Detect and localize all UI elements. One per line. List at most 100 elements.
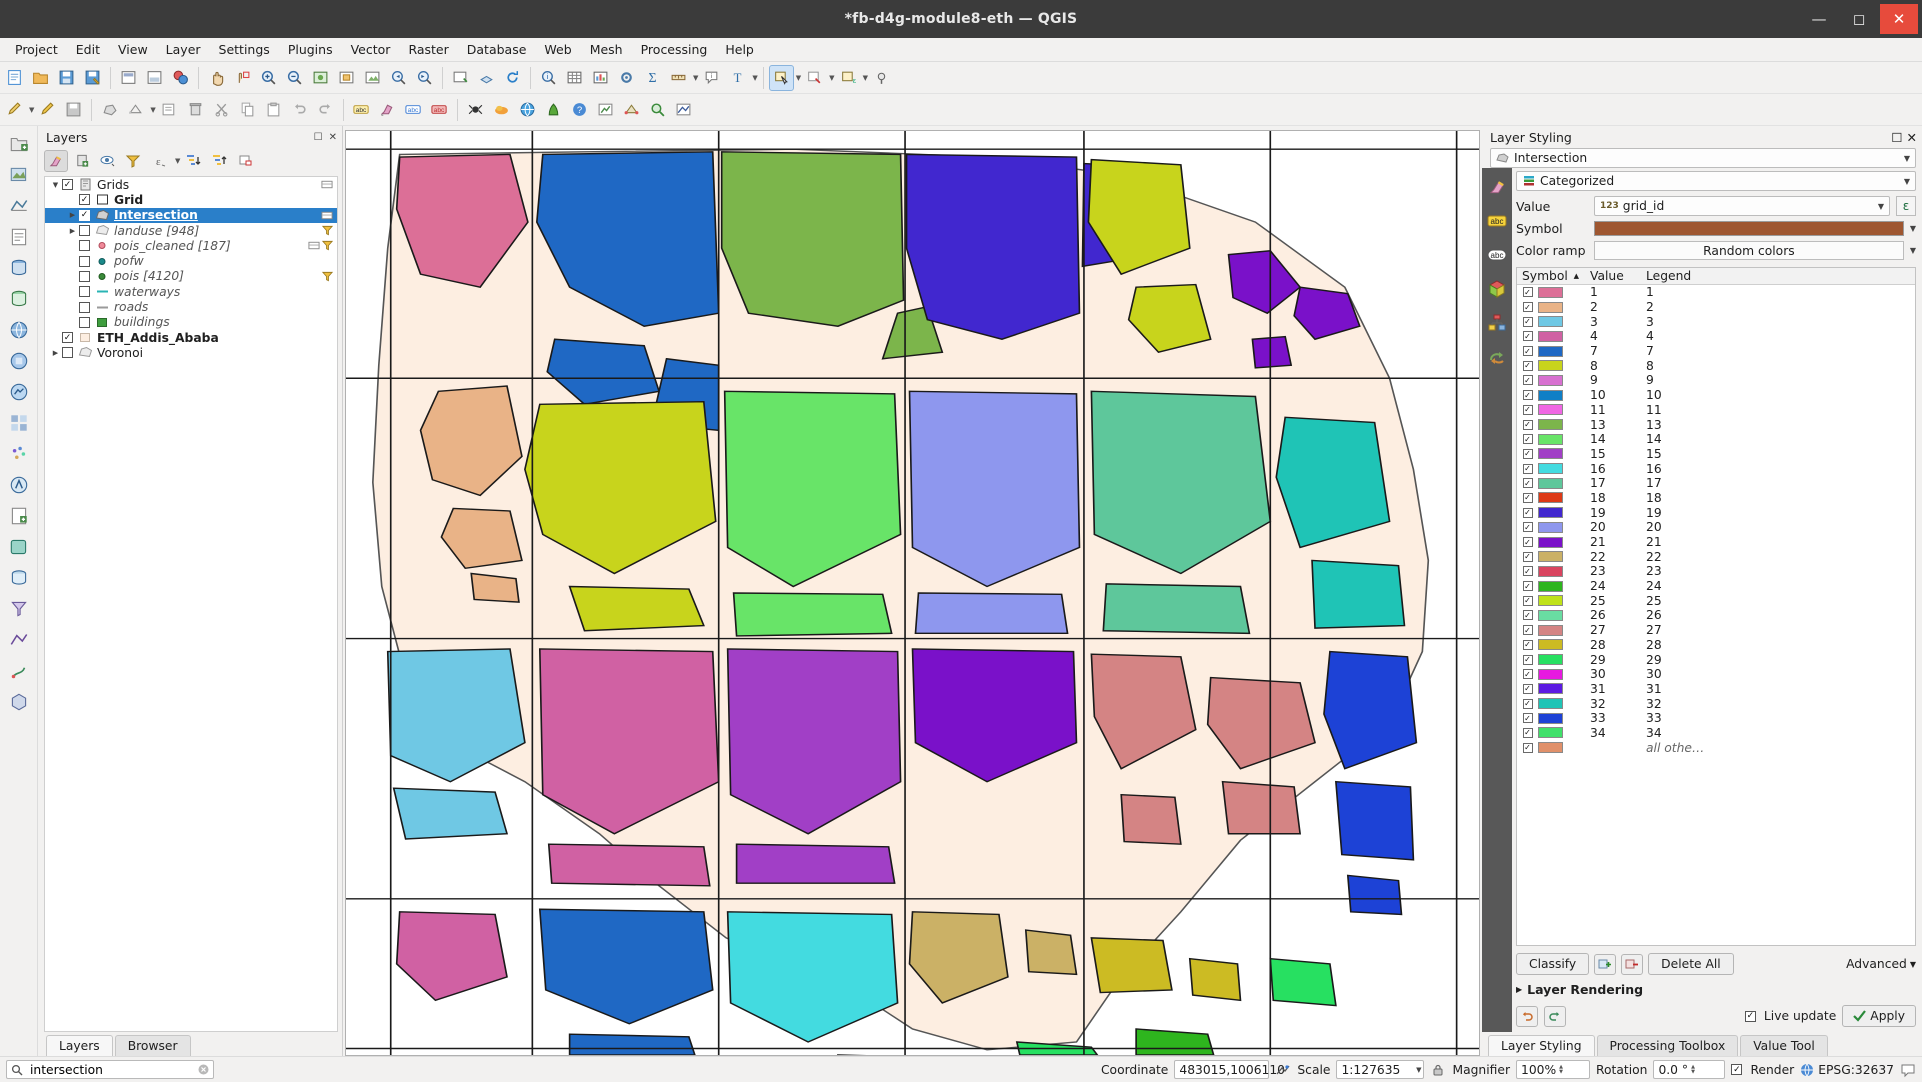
category-checkbox[interactable]: ✓ <box>1522 448 1533 459</box>
category-symbol-cell[interactable] <box>1538 580 1585 592</box>
category-legend[interactable]: 27 <box>1641 623 1915 637</box>
redo-style-button[interactable] <box>1544 1005 1566 1027</box>
help-icon[interactable]: ? <box>567 97 592 123</box>
menu-item-view[interactable]: View <box>109 40 157 59</box>
expander-closed-icon[interactable]: ▶ <box>66 211 79 219</box>
measure-dropdown-caret[interactable]: ▼ <box>693 74 698 82</box>
tab-layer-styling[interactable]: Layer Styling <box>1488 1035 1595 1056</box>
statistical-summary-icon[interactable] <box>588 65 613 91</box>
new-gpx-layer-icon[interactable] <box>4 657 34 685</box>
cut-features-icon[interactable] <box>209 97 234 123</box>
category-checkbox-cell[interactable]: ✓ <box>1517 727 1538 738</box>
category-legend[interactable]: 30 <box>1641 667 1915 681</box>
live-update-checkbox[interactable]: ✓ <box>1744 1010 1756 1022</box>
spider-plugin-icon[interactable] <box>463 97 488 123</box>
category-color-swatch[interactable] <box>1538 712 1563 724</box>
zoom-full-icon[interactable] <box>308 65 333 91</box>
column-header-value[interactable]: Value <box>1585 268 1641 284</box>
category-legend[interactable]: 16 <box>1641 462 1915 476</box>
deselect-features-icon[interactable] <box>802 65 827 91</box>
category-row[interactable]: ✓ 8 8 <box>1517 358 1915 373</box>
render-checkbox[interactable]: ✓ <box>1731 1064 1743 1075</box>
category-legend[interactable]: 4 <box>1641 329 1915 343</box>
category-symbol-cell[interactable] <box>1538 492 1585 504</box>
classify-button[interactable]: Classify <box>1516 953 1590 975</box>
category-row[interactable]: ✓ 23 23 <box>1517 564 1915 579</box>
delete-category-button[interactable] <box>1621 953 1644 975</box>
category-legend[interactable]: 8 <box>1641 359 1915 373</box>
select-features-icon[interactable] <box>768 64 794 91</box>
category-row[interactable]: ✓ 15 15 <box>1517 447 1915 462</box>
openlayers-plugin-icon[interactable] <box>515 97 540 123</box>
category-row[interactable]: ✓ 28 28 <box>1517 638 1915 653</box>
open-project-icon[interactable] <box>28 65 53 91</box>
tab-layers[interactable]: Layers <box>46 1035 113 1056</box>
category-checkbox-cell[interactable]: ✓ <box>1517 639 1538 650</box>
category-symbol-cell[interactable] <box>1538 507 1585 519</box>
category-row[interactable]: ✓ 11 11 <box>1517 403 1915 418</box>
category-symbol-cell[interactable] <box>1538 360 1585 372</box>
category-row[interactable]: ✓ 16 16 <box>1517 461 1915 476</box>
menu-item-project[interactable]: Project <box>6 40 67 59</box>
category-legend[interactable]: 18 <box>1641 491 1915 505</box>
change-label-icon[interactable]: abc <box>427 97 452 123</box>
layer-visibility-checkbox[interactable] <box>62 347 73 359</box>
category-checkbox[interactable]: ✓ <box>1522 654 1533 665</box>
search-plugin-icon[interactable] <box>645 97 670 123</box>
category-row[interactable]: ✓ 7 7 <box>1517 344 1915 359</box>
map-tips-icon[interactable]: i <box>699 65 724 91</box>
history-tab-icon[interactable] <box>1486 346 1508 368</box>
category-symbol-cell[interactable] <box>1538 301 1585 313</box>
zoom-next-icon[interactable] <box>412 65 437 91</box>
category-symbol-cell[interactable] <box>1538 698 1585 710</box>
category-row[interactable]: ✓ 19 19 <box>1517 505 1915 520</box>
category-checkbox-cell[interactable]: ✓ <box>1517 625 1538 636</box>
category-symbol-cell[interactable] <box>1538 536 1585 548</box>
remove-layer-icon[interactable] <box>234 150 258 172</box>
category-checkbox-cell[interactable]: ✓ <box>1517 683 1538 694</box>
new-spatialite-layer-icon[interactable] <box>4 564 34 592</box>
magnifier-field[interactable]: 100% ▲ ▼ <box>1516 1060 1590 1079</box>
category-row[interactable]: ✓ 17 17 <box>1517 476 1915 491</box>
category-legend[interactable]: 34 <box>1641 726 1915 740</box>
category-checkbox[interactable]: ✓ <box>1522 698 1533 709</box>
category-legend[interactable]: all othe… <box>1641 741 1915 755</box>
category-row[interactable]: ✓ 25 25 <box>1517 593 1915 608</box>
toggle-extents-icon[interactable] <box>1275 1062 1291 1078</box>
manage-layer-visibility-icon[interactable] <box>96 150 120 172</box>
category-legend[interactable]: 26 <box>1641 608 1915 622</box>
category-checkbox-cell[interactable]: ✓ <box>1517 581 1538 592</box>
category-color-swatch[interactable] <box>1538 463 1563 475</box>
new-print-layout-icon[interactable] <box>142 65 167 91</box>
measure-line-icon[interactable] <box>666 65 691 91</box>
close-panel-icon[interactable]: ✕ <box>1907 130 1917 145</box>
paste-features-icon[interactable] <box>261 97 286 123</box>
category-checkbox-cell[interactable]: ✓ <box>1517 419 1538 430</box>
category-color-swatch[interactable] <box>1538 727 1563 739</box>
category-row[interactable]: ✓ all othe… <box>1517 740 1915 755</box>
expander-open-icon[interactable]: ▼ <box>49 181 62 189</box>
category-color-swatch[interactable] <box>1538 742 1563 754</box>
category-row[interactable]: ✓ 24 24 <box>1517 579 1915 594</box>
layer-tree-item[interactable]: waterways <box>45 284 337 299</box>
category-symbol-cell[interactable] <box>1538 565 1585 577</box>
save-project-as-icon[interactable] <box>80 65 105 91</box>
rotation-spinner[interactable]: ▲ ▼ <box>1691 1064 1695 1075</box>
add-delimited-text-icon[interactable] <box>4 223 34 251</box>
save-project-icon[interactable] <box>54 65 79 91</box>
menu-item-mesh[interactable]: Mesh <box>581 40 632 59</box>
new-3d-map-view-icon[interactable] <box>474 65 499 91</box>
value-tool-icon[interactable] <box>671 97 696 123</box>
locator-search-box[interactable] <box>6 1060 214 1079</box>
category-checkbox[interactable]: ✓ <box>1522 537 1533 548</box>
add-postgis-layer-icon[interactable] <box>4 254 34 282</box>
zoom-out-icon[interactable] <box>282 65 307 91</box>
layer-tree-item[interactable]: pois [4120] <box>45 269 337 284</box>
pan-to-selection-icon[interactable] <box>230 65 255 91</box>
category-color-swatch[interactable] <box>1538 507 1563 519</box>
category-color-swatch[interactable] <box>1538 565 1563 577</box>
category-checkbox[interactable]: ✓ <box>1522 478 1533 489</box>
category-checkbox-cell[interactable]: ✓ <box>1517 287 1538 298</box>
category-checkbox-cell[interactable]: ✓ <box>1517 331 1538 342</box>
category-checkbox-cell[interactable]: ✓ <box>1517 360 1538 371</box>
